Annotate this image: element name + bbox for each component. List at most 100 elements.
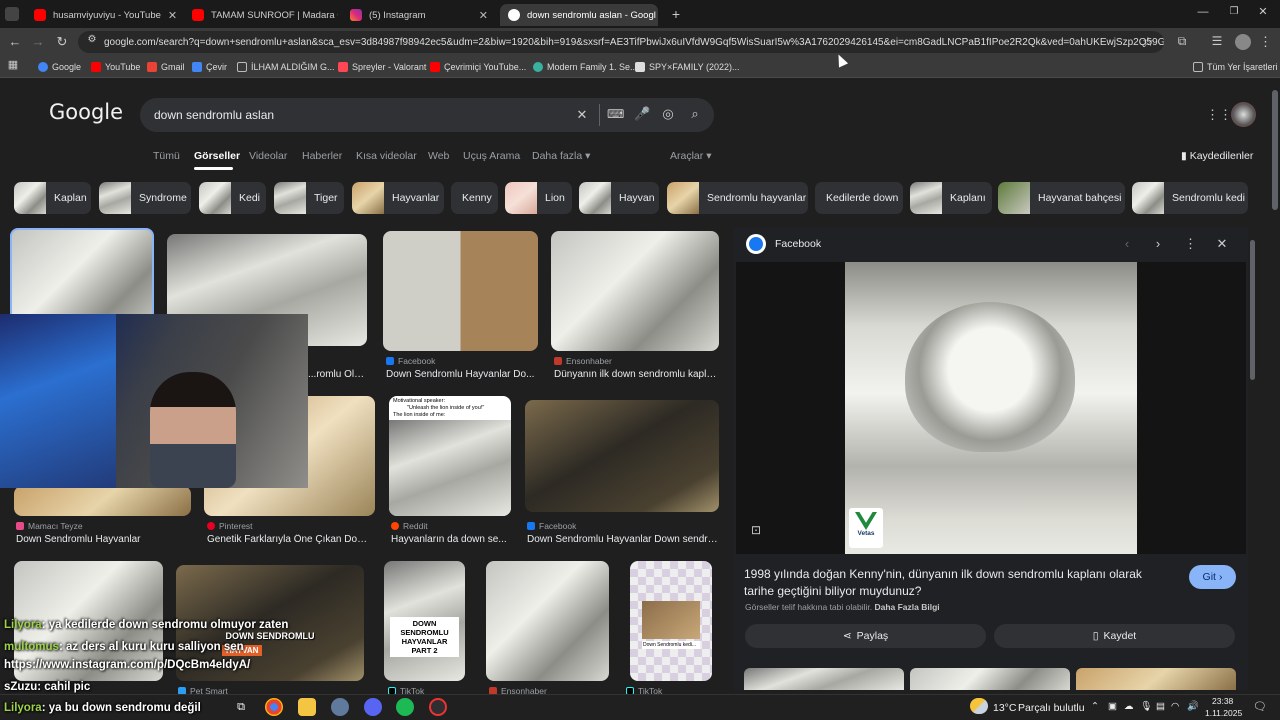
next-icon[interactable]: › (1152, 237, 1164, 250)
more-info-link[interactable]: Daha Fazla Bilgi (874, 602, 939, 612)
new-tab-button[interactable]: + (669, 7, 683, 21)
tab-web[interactable]: Web (428, 150, 449, 162)
visit-button[interactable]: Git › (1189, 565, 1236, 589)
apps-grid-icon[interactable]: ▦ (7, 60, 19, 71)
result-caption[interactable]: ...romlu Olab... (308, 369, 368, 380)
result-caption[interactable]: Dünyanın ilk down sendromlu kaplanı (554, 369, 719, 380)
volume-icon[interactable]: 🔊 (1187, 701, 1199, 712)
clear-icon[interactable]: ✕ (575, 108, 589, 121)
related-image-1[interactable] (744, 668, 904, 690)
keyboard-icon[interactable]: ⌨ (607, 108, 624, 120)
tab-flights[interactable]: Uçuş Arama (463, 150, 520, 162)
address-bar[interactable]: google.com/search?q=down+sendromlu+aslan… (78, 31, 1164, 53)
back-icon[interactable]: ← (8, 35, 22, 48)
account-avatar[interactable] (1231, 102, 1256, 127)
tab-images[interactable]: Görseller (194, 150, 240, 162)
tray-cloud-icon[interactable]: ☁ (1124, 701, 1134, 712)
reload-icon[interactable]: ↻ (55, 35, 69, 48)
tab-search-icon[interactable] (5, 7, 19, 21)
tab-videos[interactable]: Videolar (249, 150, 287, 162)
site-info-icon[interactable]: ⚙ (86, 35, 98, 45)
weather-icon[interactable] (970, 698, 988, 714)
result-caption[interactable]: Down Sendromlu Hayvanlar Do... (386, 369, 536, 380)
google-logo[interactable]: Google (49, 100, 123, 124)
bookmark-converter[interactable]: Çevrimiçi YouTube... (430, 59, 526, 75)
wifi-icon[interactable]: ◠ (1171, 701, 1179, 712)
search-icon[interactable]: ⌕ (687, 107, 703, 120)
tab-more[interactable]: Daha fazla ▾ (532, 150, 590, 162)
chip-sendromlu-kedi[interactable]: Sendromlu kedi (1132, 182, 1248, 214)
result-image-4[interactable] (551, 231, 719, 351)
tab-youtube-2[interactable]: TAMAM SUNROOF | Madara Of ✕ (184, 4, 338, 26)
chip-kaplani[interactable]: Kaplanı (910, 182, 992, 214)
page-scrollbar[interactable] (1272, 90, 1278, 210)
chip-syndrome[interactable]: Syndrome (99, 182, 191, 214)
extensions-icon[interactable]: ⧉ (1175, 35, 1189, 47)
result-image-3[interactable] (383, 231, 538, 351)
tab-news[interactable]: Haberler (302, 150, 342, 162)
bookmark-google[interactable]: Google (38, 59, 81, 75)
spotify-icon[interactable] (396, 698, 414, 716)
result-image-7[interactable]: Motivational speaker: "Unleash the lion … (389, 396, 511, 516)
result-image-11[interactable]: DOWN SENDROMLU HAYVANLAR PART 2 (384, 561, 465, 681)
app-icon[interactable] (331, 698, 349, 716)
minimize-button[interactable]: — (1196, 7, 1210, 18)
lens-icon[interactable]: ◎ (660, 107, 676, 120)
bookmark-translate[interactable]: Çevir (192, 59, 227, 75)
result-caption[interactable]: Down Sendromlu Hayvanlar Down sendro... (527, 534, 719, 545)
result-caption[interactable]: Hayvanların da down se... (391, 534, 511, 545)
bookmark-star-icon[interactable]: ☆ (1141, 35, 1155, 48)
forward-icon[interactable]: → (31, 35, 45, 48)
chip-hayvanlar[interactable]: Hayvanlar (352, 182, 444, 214)
tab-google-active[interactable]: down sendromlu aslan - Googl ✕ (500, 4, 658, 26)
chip-hayvan[interactable]: Hayvan (579, 182, 659, 214)
result-image-5[interactable] (14, 486, 191, 516)
chip-sendromlu-hayvanlar[interactable]: Sendromlu hayvanlar (667, 182, 808, 214)
more-icon[interactable]: ⋮ (1184, 237, 1197, 250)
close-panel-icon[interactable]: ✕ (1216, 237, 1228, 250)
panel-scrollbar[interactable] (1250, 240, 1255, 380)
bookmark-folder[interactable]: İLHAM ALDIĞIM G... (237, 59, 335, 75)
bookmark-spy-family[interactable]: SPY×FAMILY (2022)... (635, 59, 739, 75)
all-bookmarks[interactable]: Tüm Yer İşaretleri (1193, 59, 1278, 75)
microphone-tray-icon[interactable]: 🎙 (1140, 701, 1152, 712)
related-image-3[interactable] (1076, 668, 1236, 690)
bookmark-gmail[interactable]: Gmail (147, 59, 185, 75)
clock-date[interactable]: 1.11.2025 (1205, 708, 1242, 718)
profile-avatar[interactable] (1235, 34, 1251, 50)
restore-button[interactable]: ❐ (1227, 7, 1241, 17)
obs-icon[interactable] (429, 698, 447, 716)
result-caption[interactable]: Down Sendromlu Hayvanlar (16, 534, 191, 545)
search-input[interactable]: down sendromlu aslan (154, 108, 274, 122)
panel-title[interactable]: 1998 yılında doğan Kenny'nin, dünyanın i… (744, 566, 1174, 600)
notifications-icon[interactable]: 🗨 (1253, 700, 1267, 713)
chip-lion[interactable]: Lion (505, 182, 572, 214)
search-box[interactable]: down sendromlu aslan (140, 98, 714, 132)
save-button[interactable]: ▯ Kaydet (994, 624, 1235, 648)
file-explorer-icon[interactable] (298, 698, 316, 716)
task-view-icon[interactable]: ⧉ (232, 698, 250, 716)
preview-image[interactable]: Vetas (845, 262, 1137, 554)
chip-hayvanat-bahcesi[interactable]: Hayvanat bahçesi (998, 182, 1125, 214)
chip-kenny[interactable]: Kenny (451, 182, 498, 214)
tray-app-icon[interactable]: ▣ (1108, 701, 1117, 712)
media-icon[interactable]: ☰ (1210, 35, 1224, 47)
chip-kedi[interactable]: Kedi (199, 182, 266, 214)
weather-desc[interactable]: Parçalı bulutlu (1018, 702, 1085, 714)
tab-instagram[interactable]: (5) Instagram ✕ (342, 4, 496, 26)
close-icon[interactable]: ✕ (168, 9, 177, 22)
prev-icon[interactable]: ‹ (1121, 237, 1133, 250)
tray-chevron-icon[interactable]: ⌃ (1091, 701, 1099, 712)
related-image-2[interactable] (910, 668, 1070, 690)
chip-kaplan[interactable]: Kaplan (14, 182, 91, 214)
discord-icon[interactable] (364, 698, 382, 716)
share-button[interactable]: ⋖ Paylaş (745, 624, 986, 648)
tab-short-videos[interactable]: Kısa videolar (356, 150, 417, 162)
result-image-8[interactable] (525, 400, 719, 512)
chrome-icon[interactable] (265, 698, 283, 716)
result-caption[interactable]: Genetik Farklarıyla Öne Çıkan Dow... (207, 534, 372, 545)
menu-icon[interactable]: ⋮ (1259, 35, 1272, 48)
close-icon[interactable]: ✕ (479, 9, 488, 22)
microphone-icon[interactable]: 🎤 (634, 107, 650, 120)
network-icon[interactable]: ▤ (1156, 701, 1165, 712)
